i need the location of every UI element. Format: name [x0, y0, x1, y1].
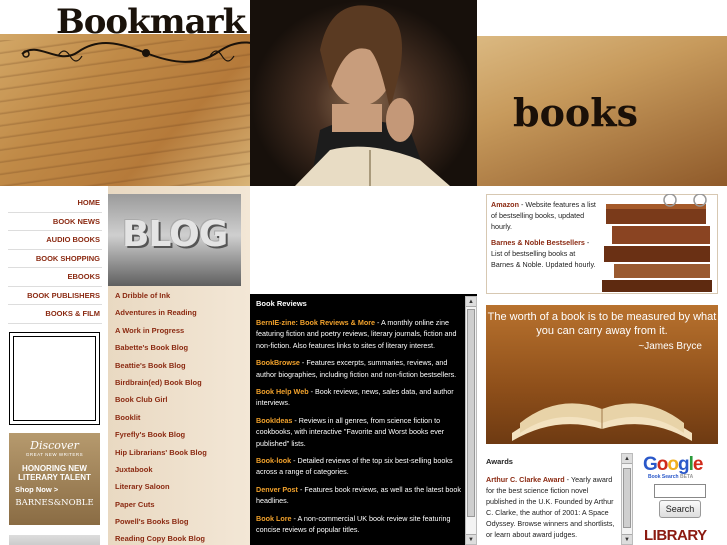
open-book-illustration: [512, 403, 692, 441]
scroll-up-icon[interactable]: ▲: [622, 454, 632, 464]
quote-text: The worth of a book is to be measured by…: [487, 311, 717, 337]
nav-item-home[interactable]: HOME: [8, 194, 102, 213]
blog-link-list: A Dribble of Ink Adventures in Reading A…: [115, 291, 245, 545]
scroll-thumb[interactable]: [623, 468, 631, 528]
review-link[interactable]: Book-look: [256, 456, 291, 465]
review-entry: Denver Post - Features book reviews, as …: [256, 484, 462, 507]
quote-author: ~James Bryce: [638, 341, 702, 352]
award-link[interactable]: Arthur C. Clarke Award: [486, 475, 565, 484]
review-entry: Book-look - Detailed reviews of the top …: [256, 455, 462, 478]
reading-man-illustration: [295, 5, 450, 186]
discover-tagline: HONORING NEW LITERARY TALENT: [18, 464, 91, 482]
scroll-up-icon[interactable]: ▲: [466, 297, 476, 307]
blog-link[interactable]: Juxtabook: [115, 465, 245, 482]
small-ad-image: [9, 535, 100, 545]
discover-shop-link[interactable]: Shop Now >: [15, 485, 100, 494]
review-entry: Book Lore - A non-commercial UK book rev…: [256, 513, 462, 536]
reviews-list: BernIE-zine: Book Reviews & More - A mon…: [256, 317, 462, 542]
bestseller-entry: Barnes & Noble Bestsellers - List of bes…: [491, 237, 598, 271]
review-link[interactable]: Book Help Web: [256, 387, 309, 396]
reviews-scrollbar[interactable]: ▲ ▼: [465, 296, 477, 545]
main-nav: HOME BOOK NEWS AUDIO BOOKS BOOK SHOPPING…: [8, 194, 102, 324]
bestseller-list: Amazon - Website features a list of best…: [491, 199, 598, 270]
nav-item-book-shopping[interactable]: BOOK SHOPPING: [8, 250, 102, 268]
bestseller-link[interactable]: Barnes & Noble Bestsellers: [491, 238, 585, 247]
award-desc: - Yearly award for the best science fict…: [486, 475, 615, 539]
blog-link[interactable]: Powell's Books Blog: [115, 517, 245, 534]
nav-item-audio-books[interactable]: AUDIO BOOKS: [8, 231, 102, 250]
blog-link[interactable]: Fyrefly's Book Blog: [115, 430, 245, 447]
awards-title: Awards: [486, 457, 513, 466]
scroll-down-icon[interactable]: ▼: [466, 534, 476, 544]
blog-link[interactable]: Book Club Girl: [115, 395, 245, 412]
search-button[interactable]: Search: [659, 500, 701, 518]
discover-brand: BARNES&NOBLE: [15, 498, 94, 508]
google-book-search-label: Book Search BETA: [648, 474, 694, 480]
quote-banner: The worth of a book is to be measured by…: [486, 305, 718, 444]
books-word-art: books: [513, 90, 638, 135]
book-stack-image: [602, 194, 712, 292]
awards-scrollbar[interactable]: ▲ ▼: [621, 453, 633, 545]
review-link[interactable]: BookIdeas: [256, 416, 292, 425]
blog-link[interactable]: Babette's Book Blog: [115, 343, 245, 360]
blog-link[interactable]: Literary Saloon: [115, 482, 245, 499]
review-link[interactable]: BookBrowse: [256, 358, 300, 367]
blog-link[interactable]: Hip Librarians' Book Blog: [115, 448, 245, 465]
blog-link[interactable]: Birdbrain(ed) Book Blog: [115, 378, 245, 395]
blog-link[interactable]: Adventures in Reading: [115, 308, 245, 325]
blog-link[interactable]: A Dribble of Ink: [115, 291, 245, 308]
bestseller-link[interactable]: Amazon: [491, 200, 519, 209]
blog-header-image: BLOG: [108, 194, 241, 286]
blog-link[interactable]: Reading Copy Book Blog: [115, 534, 245, 545]
library-banner[interactable]: LIBRARY: [644, 527, 707, 544]
review-entry: BernIE-zine: Book Reviews & More - A mon…: [256, 317, 462, 351]
discover-heading: Discover: [30, 439, 79, 452]
google-logo: Google: [643, 454, 703, 475]
nav-item-books-film[interactable]: BOOKS & FILM: [8, 305, 102, 324]
review-link[interactable]: Book Lore: [256, 514, 292, 523]
review-link[interactable]: Denver Post: [256, 485, 298, 494]
blog-link[interactable]: Booklit: [115, 413, 245, 430]
discover-subheading: GREAT NEW WRITERS: [25, 452, 84, 457]
discover-ad-banner[interactable]: Discover GREAT NEW WRITERS HONORING NEW …: [9, 433, 100, 525]
nav-item-book-publishers[interactable]: BOOK PUBLISHERS: [8, 287, 102, 305]
scroll-down-icon[interactable]: ▼: [622, 534, 632, 544]
bestseller-entry: Amazon - Website features a list of best…: [491, 199, 598, 233]
blog-link[interactable]: Paper Cuts: [115, 500, 245, 517]
scroll-thumb[interactable]: [467, 309, 475, 517]
blog-link[interactable]: A Work in Progress: [115, 326, 245, 343]
review-entry: BookBrowse - Features excerpts, summarie…: [256, 357, 462, 380]
reading-man-photo: [250, 0, 477, 186]
review-entry: BookIdeas - Reviews in all genres, from …: [256, 415, 462, 449]
book-search-input[interactable]: [654, 484, 706, 498]
nav-item-book-news[interactable]: BOOK NEWS: [8, 213, 102, 231]
review-entry: Book Help Web - Book reviews, news, sale…: [256, 386, 462, 409]
review-link[interactable]: BernIE-zine: Book Reviews & More: [256, 318, 375, 327]
header-banner: Bookmark books: [0, 0, 727, 186]
reviews-title: Book Reviews: [256, 299, 307, 308]
flourish-ornament: [21, 41, 271, 63]
award-entry: Arthur C. Clarke Award - Yearly award fo…: [486, 474, 618, 540]
blog-image-text: BLOG: [122, 214, 228, 255]
nav-item-ebooks[interactable]: EBOOKS: [8, 268, 102, 287]
awards-list: Arthur C. Clarke Award - Yearly award fo…: [486, 474, 618, 540]
ad-placeholder-box: [9, 332, 100, 425]
blog-link[interactable]: Beattie's Book Blog: [115, 361, 245, 378]
